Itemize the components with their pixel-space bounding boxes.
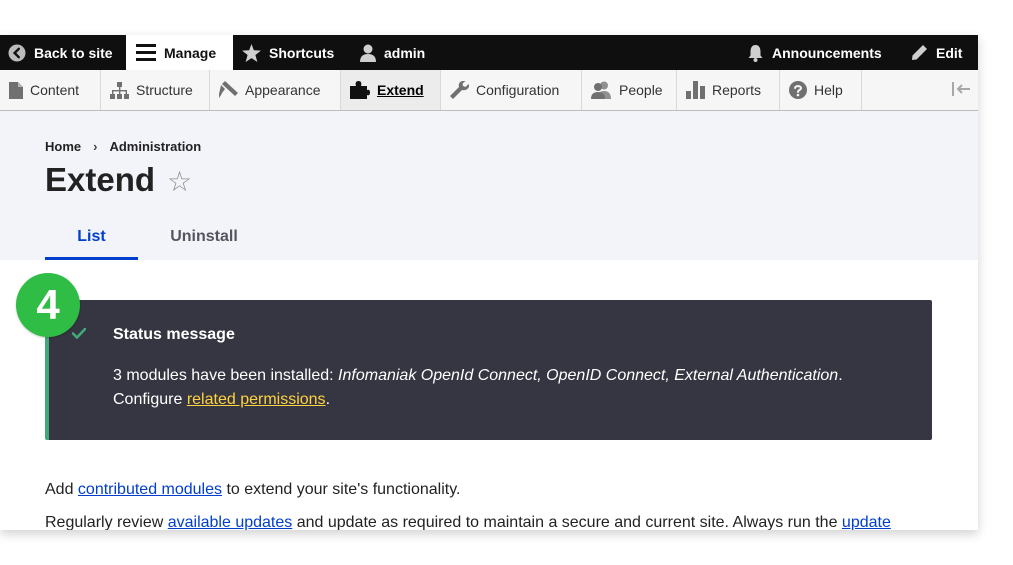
tray-item-people[interactable]: People bbox=[582, 70, 677, 110]
page-header: Home › Administration Extend ☆ List Unin… bbox=[0, 111, 978, 260]
brush-icon bbox=[219, 81, 238, 99]
breadcrumb: Home › Administration bbox=[45, 139, 201, 154]
status-line-configure: Configure related permissions. bbox=[113, 388, 913, 412]
tray-item-label: Appearance bbox=[245, 82, 321, 98]
tray-item-label: Extend bbox=[377, 82, 424, 98]
tray-item-structure[interactable]: Structure bbox=[101, 70, 210, 110]
user-label: admin bbox=[384, 44, 426, 61]
checkmark-icon bbox=[72, 328, 86, 339]
status-message: Status message 3 modules have been insta… bbox=[45, 300, 932, 440]
manage-button[interactable]: Manage bbox=[126, 35, 233, 70]
intro-paragraph: Add contributed modules to extend your s… bbox=[45, 481, 460, 499]
tray-item-label: Configuration bbox=[476, 82, 560, 98]
status-body: 3 modules have been installed: Infomania… bbox=[113, 364, 913, 412]
wrench-icon bbox=[450, 81, 469, 99]
puzzle-icon bbox=[350, 81, 370, 99]
tray-item-label: Content bbox=[30, 82, 80, 98]
tab-uninstall[interactable]: Uninstall bbox=[138, 223, 270, 260]
chevron-left-circle-icon bbox=[8, 44, 26, 61]
step-number-badge: 4 bbox=[16, 273, 80, 337]
back-to-site-link[interactable]: Back to site bbox=[8, 35, 113, 70]
user-menu-button[interactable]: admin bbox=[360, 35, 425, 70]
primary-tabs: List Uninstall bbox=[45, 223, 270, 260]
page-title-row: Extend ☆ bbox=[45, 161, 192, 199]
file-icon bbox=[9, 81, 23, 99]
tray-item-label: People bbox=[619, 82, 663, 98]
bell-icon bbox=[748, 44, 763, 62]
pencil-icon bbox=[912, 45, 927, 60]
tray-item-reports[interactable]: Reports bbox=[677, 70, 780, 110]
announcements-label: Announcements bbox=[772, 44, 882, 61]
tray-item-appearance[interactable]: Appearance bbox=[210, 70, 341, 110]
collapse-left-icon bbox=[952, 82, 970, 96]
paragraph-text: and update as required to maintain a sec… bbox=[292, 514, 842, 530]
shortcuts-button[interactable]: Shortcuts bbox=[242, 35, 334, 70]
back-to-site-label: Back to site bbox=[34, 44, 113, 61]
people-icon bbox=[591, 81, 611, 99]
edit-label: Edit bbox=[936, 44, 963, 61]
screenshot-frame: Back to site Manage Shortcuts admin Anno… bbox=[0, 35, 978, 530]
star-icon bbox=[242, 43, 261, 62]
tab-list[interactable]: List bbox=[45, 223, 138, 260]
breadcrumb-separator: › bbox=[93, 139, 98, 154]
available-updates-link[interactable]: available updates bbox=[168, 514, 293, 530]
tray-item-extend[interactable]: Extend bbox=[341, 70, 441, 110]
user-icon bbox=[360, 44, 376, 62]
help-icon bbox=[789, 81, 807, 99]
status-text: Configure bbox=[113, 391, 187, 408]
status-line-installed: 3 modules have been installed: Infomania… bbox=[113, 364, 913, 388]
announcements-button[interactable]: Announcements bbox=[747, 35, 882, 70]
tray-item-label: Structure bbox=[136, 82, 193, 98]
tray-item-content[interactable]: Content bbox=[0, 70, 101, 110]
hamburger-icon bbox=[136, 44, 156, 61]
status-text: . bbox=[325, 391, 331, 408]
page-title: Extend bbox=[45, 161, 156, 198]
admin-toolbar: Back to site Manage Shortcuts admin Anno… bbox=[0, 35, 978, 70]
tray-item-configuration[interactable]: Configuration bbox=[441, 70, 582, 110]
bar-chart-icon bbox=[686, 81, 705, 99]
sitemap-icon bbox=[110, 81, 129, 99]
paragraph-text: to extend your site's functionality. bbox=[222, 481, 461, 498]
status-text: . bbox=[838, 367, 843, 384]
paragraph-text: Add bbox=[45, 481, 78, 498]
update-link[interactable]: update bbox=[842, 514, 891, 530]
status-title: Status message bbox=[113, 326, 235, 343]
shortcuts-label: Shortcuts bbox=[269, 44, 335, 61]
collapse-tray-button[interactable] bbox=[952, 81, 970, 102]
manage-label: Manage bbox=[164, 44, 217, 61]
updates-paragraph: Regularly review available updates and u… bbox=[45, 514, 891, 530]
edit-button[interactable]: Edit bbox=[911, 35, 962, 70]
admin-tray: Content Structure Appearance Extend Conf… bbox=[0, 70, 978, 111]
paragraph-text: Regularly review bbox=[45, 514, 168, 530]
tray-item-label: Help bbox=[814, 82, 843, 98]
tray-item-help[interactable]: Help bbox=[780, 70, 862, 110]
contributed-modules-link[interactable]: contributed modules bbox=[78, 481, 222, 498]
status-text: 3 modules have been installed: bbox=[113, 367, 339, 384]
installed-modules: Infomaniak OpenId Connect, OpenID Connec… bbox=[338, 367, 839, 384]
breadcrumb-administration[interactable]: Administration bbox=[109, 139, 201, 154]
breadcrumb-home[interactable]: Home bbox=[45, 139, 81, 154]
tray-item-label: Reports bbox=[712, 82, 762, 98]
related-permissions-link[interactable]: related permissions bbox=[187, 391, 326, 408]
add-shortcut-star-icon[interactable]: ☆ bbox=[167, 165, 192, 198]
